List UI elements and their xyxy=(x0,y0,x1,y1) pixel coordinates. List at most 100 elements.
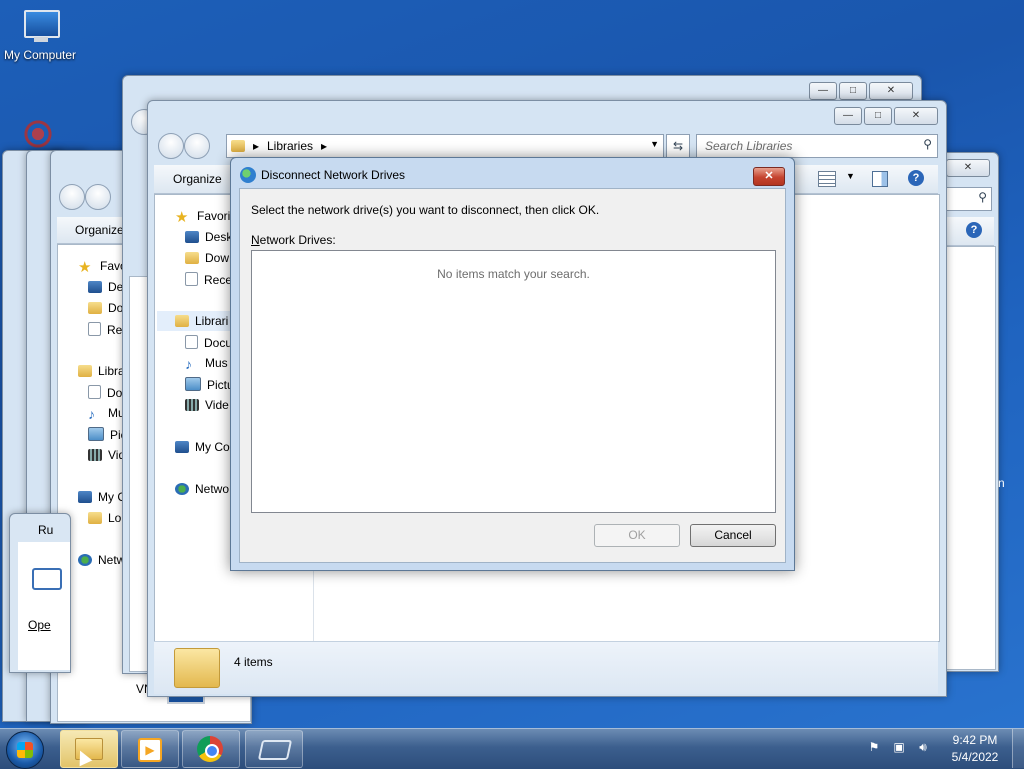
maximize-button[interactable]: □ xyxy=(864,107,892,125)
start-button[interactable] xyxy=(6,731,44,769)
nav-documents[interactable]: Docu xyxy=(185,335,232,350)
my-computer-desktop-icon[interactable]: My Computer xyxy=(2,8,78,62)
run-icon xyxy=(32,568,62,590)
close-button[interactable]: ✕ xyxy=(946,159,990,177)
back-forward-buttons[interactable] xyxy=(59,184,115,210)
star-icon: ★ xyxy=(175,209,189,226)
minimize-button[interactable]: — xyxy=(834,107,862,125)
videos-icon xyxy=(185,399,199,411)
address-dropdown-icon[interactable]: ▼ xyxy=(650,139,659,149)
back-forward-buttons[interactable] xyxy=(158,133,214,159)
desktop-icon xyxy=(88,281,102,293)
run-body: Ope xyxy=(18,542,70,670)
nav-pictures[interactable]: Pic xyxy=(88,427,127,442)
back-button[interactable] xyxy=(158,133,184,159)
clock[interactable]: 9:42 PM 5/4/2022 xyxy=(944,733,1006,764)
view-dropdown-icon[interactable]: ▼ xyxy=(846,171,855,181)
nav-pictures[interactable]: Pictu xyxy=(185,377,234,392)
computer-icon xyxy=(175,441,189,453)
organize-button[interactable]: Organize xyxy=(173,172,222,186)
run-title: Ru xyxy=(38,523,54,537)
search-input[interactable]: Search Libraries ⚲ xyxy=(696,134,938,158)
network-icon xyxy=(175,483,189,495)
run-dialog-window[interactable]: Ru Ope xyxy=(9,513,71,673)
dialog-prompt: Select the network drive(s) you want to … xyxy=(251,203,600,217)
nav-computer[interactable]: My C xyxy=(78,490,126,504)
nav-local-disk[interactable]: Lo xyxy=(88,511,121,525)
show-desktop-button[interactable] xyxy=(1012,729,1024,768)
disk-icon xyxy=(88,512,102,524)
network-drives-list[interactable]: No items match your search. xyxy=(251,250,776,513)
libraries-icon xyxy=(175,315,189,327)
clock-date: 5/4/2022 xyxy=(951,750,999,764)
nav-network[interactable]: Netw xyxy=(78,553,125,567)
right-toolbar: ? xyxy=(940,217,994,246)
preview-pane-icon[interactable] xyxy=(872,171,888,187)
taskbar-remote-button[interactable] xyxy=(245,730,303,768)
nav-recent[interactable]: Rece xyxy=(185,272,232,287)
disconnect-network-drives-dialog[interactable]: Disconnect Network Drives ✕ Select the n… xyxy=(230,157,795,571)
music-icon: ♪ xyxy=(88,406,95,422)
minimize-button[interactable]: — xyxy=(809,82,837,100)
nav-desktop[interactable]: Desk xyxy=(185,230,232,244)
nav-recent[interactable]: Re xyxy=(88,322,122,337)
taskbar-explorer-button[interactable] xyxy=(60,730,118,768)
nav-videos[interactable]: Vide xyxy=(185,398,229,412)
nav-desktop[interactable]: De xyxy=(88,280,123,294)
action-center-flag-icon[interactable]: ⚑ xyxy=(866,740,882,756)
front-caption-buttons: — □ ✕ xyxy=(834,107,938,125)
cancel-button[interactable]: Cancel xyxy=(690,524,776,547)
close-button[interactable]: ✕ xyxy=(894,107,938,125)
taskbar-chrome-button[interactable] xyxy=(182,730,240,768)
taskbar-media-player-button[interactable]: ▶ xyxy=(121,730,179,768)
forward-button[interactable] xyxy=(184,133,210,159)
network-tray-icon[interactable]: ▣ xyxy=(890,740,908,756)
search-icon: ⚲ xyxy=(923,137,932,151)
dialog-title: Disconnect Network Drives xyxy=(261,168,406,182)
my-computer-label: My Computer xyxy=(3,48,77,62)
windows-logo-icon xyxy=(17,742,33,758)
nav-videos[interactable]: Vid xyxy=(88,448,125,462)
computer-icon xyxy=(78,491,92,503)
music-icon: ♪ xyxy=(185,356,192,372)
pictures-icon xyxy=(185,377,201,391)
nav-libraries[interactable]: Libra xyxy=(78,364,125,378)
nav-music[interactable]: ♪ Mus xyxy=(185,356,228,372)
nav-favorites[interactable]: ★ Favo xyxy=(78,259,127,276)
network-drives-label: Network Drives: xyxy=(251,233,336,247)
volume-icon[interactable]: 🔊︎ xyxy=(914,740,932,756)
documents-icon xyxy=(88,385,101,399)
address-bar[interactable]: ▸ Libraries ▸ ▼ xyxy=(226,134,664,158)
nav-favorites[interactable]: ★ Favorit xyxy=(175,209,234,226)
organize-button[interactable]: Organize xyxy=(75,223,124,237)
maximize-button[interactable]: □ xyxy=(839,82,867,100)
nav-libraries[interactable]: Librari xyxy=(175,314,228,328)
star-icon: ★ xyxy=(78,259,92,276)
ok-button[interactable]: OK xyxy=(594,524,680,547)
nav-network[interactable]: Netwo xyxy=(175,482,229,496)
nav-documents[interactable]: Do xyxy=(88,385,122,400)
view-options-icon[interactable] xyxy=(818,171,836,187)
details-pane: 4 items xyxy=(154,641,938,694)
nav-downloads[interactable]: Do xyxy=(88,301,123,315)
desktop-app-icon[interactable] xyxy=(16,114,60,154)
nav-music[interactable]: ♪ Mu xyxy=(88,406,125,422)
help-icon[interactable]: ? xyxy=(908,170,924,186)
refresh-icon[interactable]: ⇆ xyxy=(666,134,690,158)
empty-list-message: No items match your search. xyxy=(437,267,590,281)
close-button[interactable]: ✕ xyxy=(869,82,913,100)
dialog-close-button[interactable]: ✕ xyxy=(753,167,785,186)
middle-caption-buttons: — □ ✕ xyxy=(809,82,913,100)
nav-downloads[interactable]: Dow xyxy=(185,251,229,265)
run-open-label: Ope xyxy=(28,618,51,632)
breadcrumb-libraries[interactable]: Libraries xyxy=(267,139,313,153)
documents-icon xyxy=(185,335,198,349)
help-icon[interactable]: ? xyxy=(966,222,982,238)
right-search-box[interactable]: ⚲ xyxy=(940,187,992,211)
breadcrumb-arrow[interactable]: ▸ xyxy=(321,139,327,153)
breadcrumb-arrow[interactable]: ▸ xyxy=(253,139,259,153)
media-player-icon: ▶ xyxy=(138,738,162,762)
nav-computer[interactable]: My Co xyxy=(175,440,230,454)
desktop-icon xyxy=(185,231,199,243)
search-icon: ⚲ xyxy=(978,190,987,204)
